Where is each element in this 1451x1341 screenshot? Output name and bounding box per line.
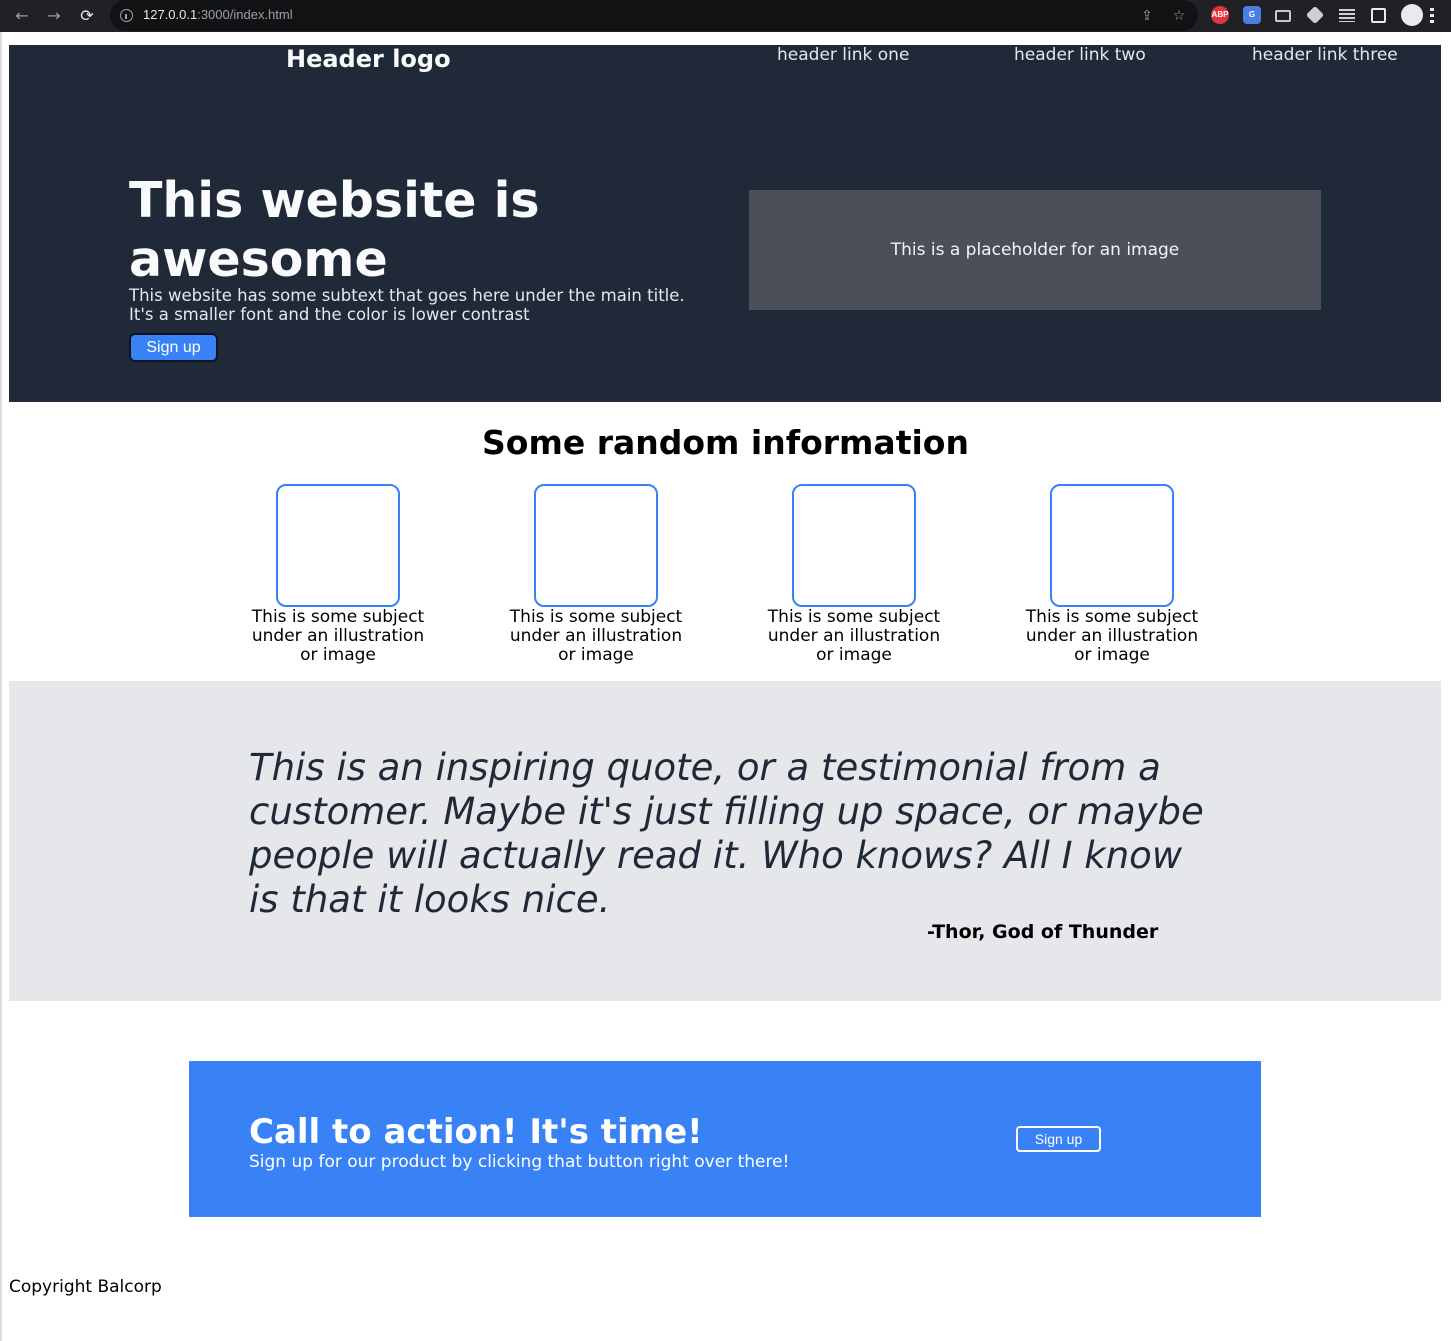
- hero-image-placeholder: This is a placeholder for an image: [749, 190, 1321, 310]
- header-link-one[interactable]: header link one: [777, 45, 909, 65]
- reload-icon[interactable]: ⟳: [77, 6, 97, 26]
- hero-signup-button[interactable]: Sign up: [129, 333, 218, 362]
- info-card: This is some subject under an illustrati…: [1017, 484, 1207, 665]
- share-icon[interactable]: ⇪: [1138, 7, 1156, 25]
- cta-title: Call to action! It's time!: [249, 1112, 703, 1152]
- header-logo[interactable]: Header logo: [286, 45, 451, 73]
- illustration-placeholder: [792, 484, 916, 607]
- url-path: :3000/index.html: [197, 7, 293, 22]
- profile-avatar[interactable]: [1401, 4, 1423, 26]
- info-card: This is some subject under an illustrati…: [243, 484, 433, 665]
- call-to-action-section: Call to action! It's time! Sign up for o…: [189, 1061, 1261, 1217]
- side-panel-icon[interactable]: [1371, 8, 1386, 23]
- forward-icon[interactable]: →: [44, 6, 64, 26]
- cta-subtext: Sign up for our product by clicking that…: [249, 1152, 790, 1172]
- quote-author: -Thor, God of Thunder: [927, 921, 1159, 943]
- illustration-placeholder: [276, 484, 400, 607]
- cta-signup-button[interactable]: Sign up: [1016, 1126, 1101, 1152]
- page-edge: [0, 32, 3, 1341]
- hero-section: Header logo header link one header link …: [9, 45, 1441, 402]
- url-text: 127.0.0.1:3000/index.html: [143, 7, 293, 22]
- header-link-three[interactable]: header link three: [1252, 45, 1398, 65]
- hero-subtext: This website has some subtext that goes …: [129, 286, 685, 324]
- reading-list-icon[interactable]: [1339, 9, 1355, 22]
- url-host: 127.0.0.1: [143, 7, 198, 22]
- illustration-placeholder: [1050, 484, 1174, 607]
- info-card-caption: This is some subject under an illustrati…: [251, 607, 425, 665]
- quote-section: This is an inspiring quote, or a testimo…: [9, 681, 1441, 1001]
- bookmark-star-icon[interactable]: ☆: [1170, 7, 1188, 25]
- site-info-icon[interactable]: [120, 9, 133, 22]
- cast-icon[interactable]: [1275, 10, 1291, 22]
- back-icon[interactable]: ←: [12, 6, 32, 26]
- footer-copyright: Copyright Balcorp: [9, 1277, 162, 1297]
- translate-extension-icon[interactable]: G: [1243, 6, 1261, 24]
- quote-text: This is an inspiring quote, or a testimo…: [249, 746, 1204, 921]
- hero-title: This website is awesome: [129, 172, 540, 288]
- header-link-two[interactable]: header link two: [1014, 45, 1146, 65]
- browser-toolbar: ← → ⟳ 127.0.0.1:3000/index.html ⇪ ☆ ABP …: [0, 0, 1451, 32]
- illustration-placeholder: [534, 484, 658, 607]
- extensions-puzzle-icon[interactable]: [1305, 5, 1325, 25]
- info-card-caption: This is some subject under an illustrati…: [767, 607, 941, 665]
- info-card: This is some subject under an illustrati…: [759, 484, 949, 665]
- adblock-extension-icon[interactable]: ABP: [1211, 6, 1229, 24]
- address-bar[interactable]: 127.0.0.1:3000/index.html ⇪ ☆: [110, 0, 1198, 31]
- info-card-caption: This is some subject under an illustrati…: [509, 607, 683, 665]
- info-section-title: Some random information: [482, 423, 969, 462]
- browser-menu-icon[interactable]: [1430, 8, 1434, 24]
- info-card-caption: This is some subject under an illustrati…: [1025, 607, 1199, 665]
- info-card: This is some subject under an illustrati…: [501, 484, 691, 665]
